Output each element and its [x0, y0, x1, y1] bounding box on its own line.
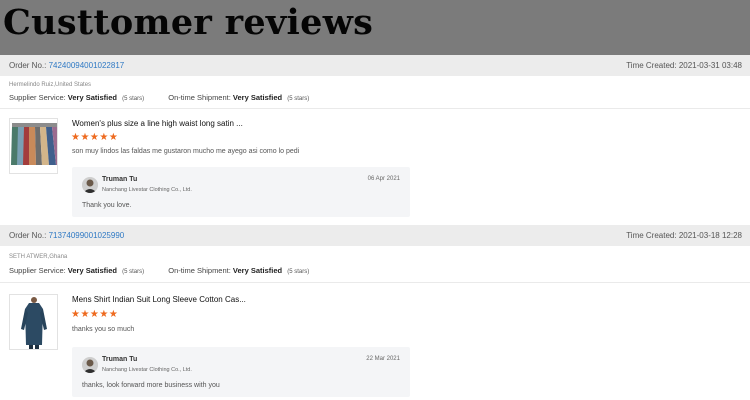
order-time: Time Created: 2021-03-18 12:28 — [626, 231, 742, 240]
product-image[interactable] — [9, 294, 58, 350]
ontime-shipment-rating: Very Satisfied — [232, 93, 283, 102]
order-number: Order No.: 71374099001025990 — [9, 231, 124, 240]
star-rating: ★★★★★ — [71, 132, 119, 143]
reply-text: thanks, look forward more business with … — [82, 382, 220, 389]
product-image[interactable] — [9, 118, 58, 174]
time-created-label: Time Created: — [626, 61, 677, 70]
seller-name: Truman Tu — [102, 176, 138, 183]
skirts-product-image — [10, 119, 57, 173]
supplier-service-rating: Very Satisfied — [67, 93, 117, 102]
supplier-service-stars: (5 stars) — [122, 269, 145, 275]
mens-suit-product-image — [10, 295, 57, 349]
page-banner: Custtomer reviews — [0, 0, 750, 55]
seller-avatar — [82, 177, 98, 193]
order-number-label: Order No.: — [9, 61, 47, 70]
ontime-shipment-stars: (5 stars) — [287, 96, 310, 102]
seller-company: Nanchang Livestar Clothing Co., Ltd. — [102, 187, 192, 193]
seller-reply: Truman Tu Nanchang Livestar Clothing Co.… — [72, 167, 410, 217]
divider — [0, 108, 750, 109]
seller-name: Truman Tu — [102, 356, 138, 363]
product-title-link[interactable]: Women's plus size a line high waist long… — [72, 119, 243, 128]
supplier-service-label: Supplier Service: — [9, 266, 66, 275]
order-ratings: Supplier Service: Very Satisfied (5 star… — [9, 266, 309, 275]
time-created-label: Time Created: — [626, 231, 677, 240]
seller-reply: Truman Tu Nanchang Livestar Clothing Co.… — [72, 347, 410, 397]
avatar — [82, 177, 98, 193]
time-created-value: 2021-03-31 03:48 — [678, 61, 742, 70]
order-number-link[interactable]: 71374099001025990 — [49, 231, 125, 240]
order-number: Order No.: 74240094001022817 — [9, 61, 124, 70]
ontime-shipment-stars: (5 stars) — [287, 269, 310, 275]
review-text: thanks you so much — [72, 326, 135, 333]
seller-avatar — [82, 357, 98, 373]
supplier-service-label: Supplier Service: — [9, 93, 66, 102]
order-header: Order No.: 74240094001022817 Time Create… — [0, 55, 750, 76]
page-title: Custtomer reviews — [3, 2, 374, 43]
star-rating: ★★★★★ — [71, 309, 119, 320]
seller-company: Nanchang Livestar Clothing Co., Ltd. — [102, 367, 192, 373]
supplier-service-stars: (5 stars) — [122, 96, 145, 102]
reply-date: 22 Mar 2021 — [366, 356, 400, 362]
review-text: son muy lindos las faldas me gustaron mu… — [72, 148, 300, 155]
buyer-name: Hermelindo Ruiz,United States — [9, 82, 92, 88]
product-title-link[interactable]: Mens Shirt Indian Suit Long Sleeve Cotto… — [72, 295, 246, 304]
reply-date: 06 Apr 2021 — [367, 176, 400, 182]
ontime-shipment-label: On-time Shipment: — [168, 266, 231, 275]
order-time: Time Created: 2021-03-31 03:48 — [626, 61, 742, 70]
avatar — [82, 357, 98, 373]
order-header: Order No.: 71374099001025990 Time Create… — [0, 225, 750, 246]
order-number-label: Order No.: — [9, 231, 47, 240]
ontime-shipment-label: On-time Shipment: — [168, 93, 231, 102]
buyer-name: SETH ATWER,Ghana — [9, 254, 68, 260]
ontime-shipment-rating: Very Satisfied — [232, 266, 283, 275]
order-ratings: Supplier Service: Very Satisfied (5 star… — [9, 93, 309, 102]
reply-text: Thank you love. — [82, 202, 132, 209]
divider — [0, 282, 750, 283]
time-created-value: 2021-03-18 12:28 — [678, 231, 742, 240]
supplier-service-rating: Very Satisfied — [67, 266, 117, 275]
order-number-link[interactable]: 74240094001022817 — [49, 61, 125, 70]
